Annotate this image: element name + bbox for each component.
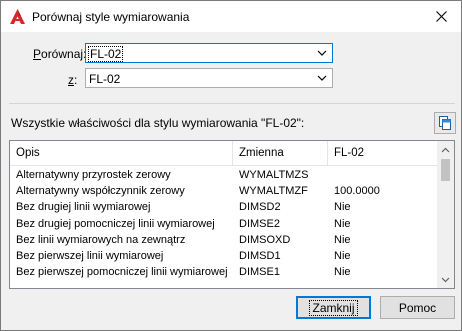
with-dropdown[interactable]: FL-02 — [85, 68, 333, 88]
cell-description: Bez drugiej linii wymiarowej — [16, 201, 151, 214]
chevron-down-icon — [317, 50, 327, 56]
list-item[interactable]: Bez drugiej linii wymiarowej DIMSD2 Nie — [10, 199, 437, 215]
list-item[interactable]: Bez pierwszej pomocniczej linii wymiarow… — [10, 264, 437, 280]
compare-value: FL-02 — [87, 46, 124, 62]
column-header-style[interactable]: FL-02 — [328, 141, 428, 165]
cell-variable: DIMSE2 — [239, 217, 280, 230]
chevron-up-icon — [441, 147, 450, 152]
copy-to-clipboard-icon — [439, 116, 451, 130]
with-label: z: — [68, 73, 78, 87]
column-header-variable[interactable]: Zmienna — [233, 141, 327, 165]
with-value: FL-02 — [89, 72, 121, 86]
close-button[interactable]: Zamknij — [296, 296, 371, 319]
scroll-up-button[interactable] — [437, 141, 454, 158]
window-title: Porównaj style wymiarowania — [32, 10, 190, 24]
scroll-thumb[interactable] — [441, 159, 450, 181]
separator — [9, 103, 455, 104]
cell-description: Bez linii wymiarowych na zewnątrz — [16, 233, 186, 246]
list-item[interactable]: Bez pierwszej linii wymiarowej DIMSD1 Ni… — [10, 248, 437, 264]
chevron-down-icon — [317, 75, 327, 81]
cell-value: Nie — [334, 201, 351, 214]
cell-description: Bez pierwszej linii wymiarowej — [16, 249, 164, 262]
cell-variable: DIMSD2 — [239, 201, 281, 214]
list-rows: Alternatywny przyrostek zerowy WYMALTMZS… — [10, 167, 437, 280]
vertical-scrollbar[interactable] — [437, 141, 454, 288]
cell-value: Nie — [334, 249, 351, 262]
cell-value: Nie — [334, 233, 351, 246]
cell-variable: DIMSD1 — [239, 249, 281, 262]
compare-dropdown[interactable]: FL-02 — [85, 43, 333, 63]
copy-to-clipboard-button[interactable] — [434, 112, 456, 134]
cell-description: Bez pierwszej pomocniczej linii wymiarow… — [16, 266, 228, 279]
autocad-icon — [10, 9, 25, 24]
list-header: Opis Zmienna FL-02 — [10, 141, 437, 166]
close-button-label: Zamknij — [309, 299, 358, 316]
list-item[interactable]: Alternatywny przyrostek zerowy WYMALTMZS — [10, 167, 437, 183]
list-item[interactable]: Alternatywny współczynnik zerowy WYMALTM… — [10, 183, 437, 199]
cell-variable: DIMSOXD — [239, 233, 291, 246]
cell-value: 100.0000 — [334, 185, 380, 198]
list-item[interactable]: Bez drugiej pomocniczej linii wymiarowej… — [10, 216, 437, 232]
cell-value: Nie — [334, 266, 351, 279]
compare-label: Porównaj: — [33, 47, 87, 61]
cell-variable: DIMSE1 — [239, 266, 280, 279]
cell-variable: WYMALTMZS — [239, 169, 309, 181]
chevron-down-icon — [441, 277, 450, 282]
help-button-label: Pomoc — [398, 300, 437, 315]
cell-description: Bez drugiej pomocniczej linii wymiarowej — [16, 217, 215, 230]
cell-description: Alternatywny przyrostek zerowy — [16, 169, 171, 181]
column-header-description[interactable]: Opis — [10, 141, 232, 165]
cell-value: Nie — [334, 217, 351, 230]
scroll-down-button[interactable] — [437, 271, 454, 288]
all-properties-label: Wszystkie właściwości dla stylu wymiarow… — [11, 116, 305, 130]
cell-value — [328, 167, 428, 183]
close-window-button[interactable] — [421, 1, 461, 32]
list-item[interactable]: Bez linii wymiarowych na zewnątrz DIMSOX… — [10, 232, 437, 248]
title-bar: Porównaj style wymiarowania — [1, 1, 461, 32]
compare-dimension-styles-dialog: Porównaj style wymiarowania Porównaj: FL… — [0, 0, 462, 331]
properties-list[interactable]: Opis Zmienna FL-02 Alternatywny przyrost… — [9, 140, 455, 289]
help-button[interactable]: Pomoc — [380, 296, 455, 319]
cell-description: Alternatywny współczynnik zerowy — [16, 185, 185, 198]
cell-variable: WYMALTMZF — [239, 185, 308, 198]
close-icon — [435, 11, 447, 22]
